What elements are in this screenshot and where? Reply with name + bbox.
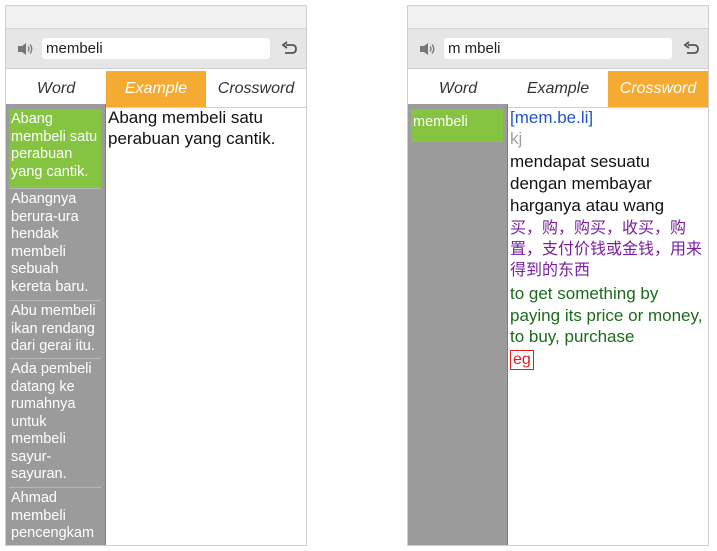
word-class: kj: [510, 129, 523, 148]
right-screen: Word Example Crossword membeli [mem.be.l…: [407, 5, 709, 546]
search-bar: [408, 29, 708, 69]
example-badge[interactable]: eg: [510, 349, 534, 370]
list-item[interactable]: Abang membeli satu perabuan yang cantik.: [9, 109, 101, 189]
tab-crossword[interactable]: Crossword: [206, 71, 306, 107]
tab-example[interactable]: Example: [508, 71, 608, 107]
tab-bar: Word Example Crossword: [6, 71, 306, 108]
list-item[interactable]: Abangnya berura-ura hendak membeli sebua…: [9, 189, 101, 301]
search-input[interactable]: [42, 38, 270, 59]
definition-malay: mendapat sesuatu dengan membayar hargany…: [510, 152, 665, 215]
search-input[interactable]: [444, 38, 672, 59]
list-item[interactable]: Ada pembeli datang ke rumahnya untuk mem…: [9, 359, 101, 488]
definition-english: to get something by paying its price or …: [510, 284, 703, 346]
undo-icon[interactable]: [680, 40, 702, 58]
list-item[interactable]: membeli: [411, 109, 503, 142]
search-bar: [6, 29, 306, 69]
list-item[interactable]: Ahmad membeli pencengkam: [9, 488, 101, 545]
left-screen: Word Example Crossword Abang membeli sat…: [5, 5, 307, 546]
tab-bar: Word Example Crossword: [408, 71, 708, 108]
tab-crossword[interactable]: Crossword: [608, 71, 708, 107]
status-bar: [6, 6, 306, 29]
tab-example[interactable]: Example: [106, 71, 206, 107]
speaker-icon[interactable]: [416, 40, 438, 58]
phonetic-text: [mem.be.li]: [510, 108, 594, 127]
tab-word[interactable]: Word: [408, 71, 508, 107]
content-area: membeli [mem.be.li] kj mendapat sesuatu …: [408, 104, 708, 545]
example-sentence: Abang membeli satu perabuan yang cantik.: [108, 108, 276, 148]
status-bar: [408, 6, 708, 29]
content-area: Abang membeli satu perabuan yang cantik.…: [6, 104, 306, 545]
list-item[interactable]: Abu membeli ikan rendang dari gerai itu.: [9, 301, 101, 359]
tab-word[interactable]: Word: [6, 71, 106, 107]
definition-chinese: 买，购，购买，收买，购置，支付价钱或金钱，用来得到的东西: [510, 220, 703, 279]
speaker-icon[interactable]: [14, 40, 36, 58]
word-list: membeli: [408, 104, 508, 545]
undo-icon[interactable]: [278, 40, 300, 58]
example-detail: Abang membeli satu perabuan yang cantik.: [106, 104, 306, 545]
word-entry: [mem.be.li] kj mendapat sesuatu dengan m…: [508, 104, 708, 545]
example-list: Abang membeli satu perabuan yang cantik.…: [6, 104, 106, 545]
